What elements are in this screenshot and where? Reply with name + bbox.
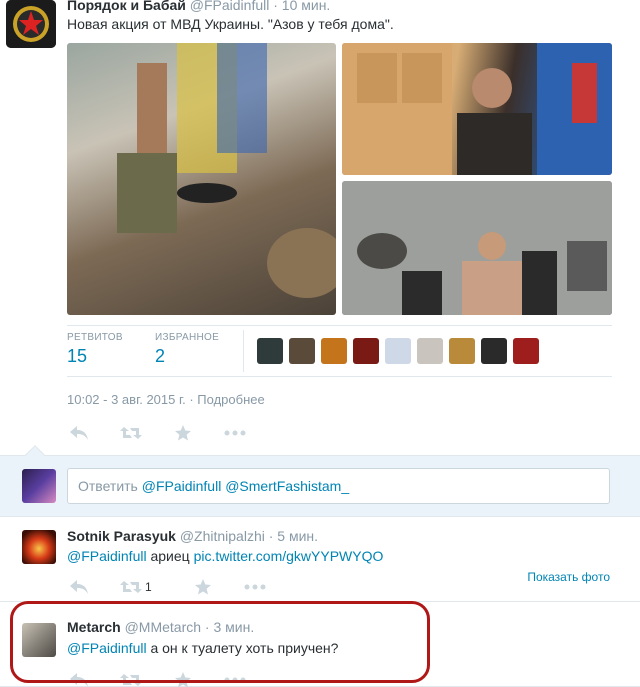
mention-link[interactable]: @FPaidinfull bbox=[67, 640, 147, 656]
favoriter-avatar[interactable] bbox=[289, 338, 315, 364]
reply-prefix: Ответить bbox=[78, 478, 138, 494]
favorites-label: ИЗБРАННОЕ bbox=[155, 332, 220, 343]
star-icon bbox=[175, 425, 191, 441]
retweet-icon bbox=[120, 674, 142, 686]
retweet-button[interactable] bbox=[119, 422, 143, 444]
reply-body: ариец bbox=[146, 548, 194, 564]
reply-button[interactable] bbox=[67, 576, 91, 598]
reply-tweet: Metarch @MMetarch · 3 мин. @FPaidinfull … bbox=[0, 603, 640, 687]
retweet-count: 1 bbox=[145, 580, 152, 594]
reply-body: а он к туалету хоть приучен? bbox=[146, 640, 339, 656]
avatar[interactable] bbox=[22, 530, 56, 564]
retweets-stat[interactable]: РЕТВИТОВ 15 bbox=[67, 332, 123, 367]
more-icon bbox=[224, 677, 246, 683]
retweet-icon bbox=[120, 427, 142, 439]
photo-1-content bbox=[117, 43, 336, 298]
favorite-button[interactable] bbox=[171, 669, 195, 687]
reply-header: Sotnik Parasyuk @Zhitnipalzhi · 5 мин. bbox=[67, 528, 318, 544]
tweet-header: Порядок и Бабай @FPaidinfull · 10 мин. bbox=[67, 0, 330, 13]
reply-button[interactable] bbox=[67, 669, 91, 687]
favorite-button[interactable] bbox=[191, 576, 215, 598]
photo-1[interactable] bbox=[67, 43, 336, 315]
avatar[interactable] bbox=[6, 0, 56, 48]
more-icon bbox=[244, 584, 266, 590]
retweet-icon bbox=[120, 581, 142, 593]
retweet-button[interactable]: 1 bbox=[119, 576, 163, 598]
mention-link[interactable]: @FPaidinfull bbox=[67, 548, 147, 564]
author-handle[interactable]: @Zhitnipalzhi bbox=[180, 528, 265, 544]
photo-2-content bbox=[342, 43, 612, 175]
reply-icon bbox=[70, 673, 88, 687]
favorite-button[interactable] bbox=[171, 422, 195, 444]
tweet-time[interactable]: · 3 мин. bbox=[205, 619, 254, 635]
avatar[interactable] bbox=[22, 623, 56, 657]
tweet-actions bbox=[67, 422, 247, 444]
reply-mention-2: @SmertFashistam_ bbox=[225, 478, 350, 494]
tweet-timestamp[interactable]: 10:02 - 3 авг. 2015 г. · Подробнее bbox=[67, 392, 265, 407]
favoriter-avatar[interactable] bbox=[321, 338, 347, 364]
stats-divider bbox=[243, 330, 244, 372]
author-name[interactable]: Sotnik Parasyuk bbox=[67, 528, 176, 544]
current-user-avatar bbox=[22, 469, 56, 503]
pic-link[interactable]: pic.twitter.com/gkwYYPWYQO bbox=[194, 548, 384, 564]
photo-3-content bbox=[342, 181, 612, 315]
reply-text: @FPaidinfull а он к туалету хоть приучен… bbox=[67, 640, 338, 656]
favoriter-avatar[interactable] bbox=[513, 338, 539, 364]
star-icon bbox=[195, 579, 211, 595]
more-button[interactable] bbox=[223, 669, 247, 687]
photo-2[interactable] bbox=[342, 43, 612, 175]
favorites-stat[interactable]: ИЗБРАННОЕ 2 bbox=[155, 332, 219, 367]
tweet-text: Новая акция от МВД Украины. "Азов у тебя… bbox=[67, 16, 394, 32]
favoriter-avatar[interactable] bbox=[385, 338, 411, 364]
more-button[interactable] bbox=[223, 422, 247, 444]
reply-tweet: Sotnik Parasyuk @Zhitnipalzhi · 5 мин. @… bbox=[0, 518, 640, 602]
favoriter-avatar[interactable] bbox=[353, 338, 379, 364]
reply-button[interactable] bbox=[67, 422, 91, 444]
red-star-emblem-icon bbox=[6, 0, 56, 48]
favoriter-avatar[interactable] bbox=[257, 338, 283, 364]
retweets-count: 15 bbox=[67, 346, 88, 366]
main-tweet: Порядок и Бабай @FPaidinfull · 10 мин. Н… bbox=[0, 0, 640, 455]
reply-header: Metarch @MMetarch · 3 мин. bbox=[67, 619, 254, 635]
reply-icon bbox=[70, 580, 88, 594]
author-handle[interactable]: @MMetarch bbox=[125, 619, 201, 635]
tweet-time[interactable]: · 10 мин. bbox=[273, 0, 330, 13]
favoriter-avatar[interactable] bbox=[449, 338, 475, 364]
reply-icon bbox=[70, 426, 88, 440]
photo-3[interactable] bbox=[342, 181, 612, 315]
favoriter-avatar[interactable] bbox=[417, 338, 443, 364]
reply-input[interactable]: Ответить @FPaidinfull @SmertFashistam_ bbox=[67, 468, 610, 504]
favoriter-avatar[interactable] bbox=[481, 338, 507, 364]
reply-mention-1: @FPaidinfull bbox=[141, 478, 222, 494]
tweet-time[interactable]: · 5 мин. bbox=[269, 528, 318, 544]
more-button[interactable] bbox=[243, 576, 267, 598]
retweet-button[interactable] bbox=[119, 669, 143, 687]
reply-box: Ответить @FPaidinfull @SmertFashistam_ bbox=[0, 445, 640, 517]
favoriters-avatars bbox=[257, 338, 539, 364]
author-name[interactable]: Metarch bbox=[67, 619, 121, 635]
star-icon bbox=[175, 672, 191, 687]
favorites-count: 2 bbox=[155, 346, 166, 366]
show-photo-link[interactable]: Показать фото bbox=[527, 570, 610, 584]
tweet-actions bbox=[67, 669, 247, 687]
tweet-stats: РЕТВИТОВ 15 ИЗБРАННОЕ 2 bbox=[67, 325, 612, 377]
author-handle[interactable]: @FPaidinfull bbox=[190, 0, 270, 13]
media-grid bbox=[67, 43, 612, 315]
reply-text: @FPaidinfull ариец pic.twitter.com/gkwYY… bbox=[67, 548, 383, 564]
author-name[interactable]: Порядок и Бабай bbox=[67, 0, 186, 13]
tweet-actions: 1 bbox=[67, 576, 267, 598]
retweets-label: РЕТВИТОВ bbox=[67, 332, 123, 343]
more-icon bbox=[224, 430, 246, 436]
